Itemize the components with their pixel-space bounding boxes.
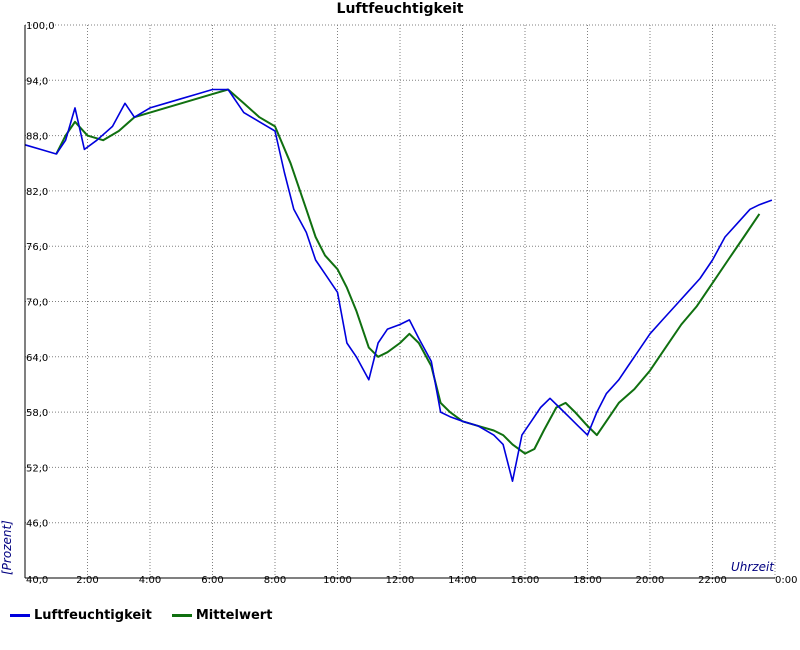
x-tick-label: 0:00 bbox=[775, 575, 797, 586]
legend-label-raw: Luftfeuchtigkeit bbox=[34, 608, 152, 623]
x-tick-label: 4:00 bbox=[139, 575, 161, 586]
y-tick-label: 46,0 bbox=[26, 519, 48, 530]
x-tick-label: 16:00 bbox=[511, 575, 540, 586]
x-tick-label: 8:00 bbox=[264, 575, 286, 586]
legend-swatch-mean bbox=[171, 614, 192, 617]
legend-item-mean: Mittelwert bbox=[171, 608, 273, 623]
y-tick-label: 76,0 bbox=[26, 242, 48, 253]
y-axis-label: [Prozent] bbox=[0, 520, 14, 575]
x-axis-label: Uhrzeit bbox=[731, 560, 775, 574]
y-tick-label: 64,0 bbox=[26, 353, 48, 364]
x-tick-label: 6:00 bbox=[201, 575, 223, 586]
y-tick-label: 82,0 bbox=[26, 187, 48, 198]
x-tick-label: 18:00 bbox=[573, 575, 602, 586]
x-tick-label: 10:00 bbox=[323, 575, 352, 586]
x-tick-label: 20:00 bbox=[636, 575, 665, 586]
y-tick-label: 40,0 bbox=[26, 575, 48, 586]
y-tick-label: 52,0 bbox=[26, 463, 48, 474]
x-tick-label: 14:00 bbox=[448, 575, 477, 586]
y-tick-label: 58,0 bbox=[26, 408, 48, 419]
legend-swatch-raw bbox=[10, 614, 30, 617]
x-tick-label: 2:00 bbox=[76, 575, 98, 586]
legend: Luftfeuchtigkeit Mittelwert bbox=[10, 608, 272, 623]
x-tick-label: 22:00 bbox=[698, 575, 727, 586]
y-tick-label: 100,0 bbox=[26, 21, 55, 32]
chart-plot: 100,0 94,0 88,0 82,0 76,0 70,0 64,0 58,0 52,0 46,… bbox=[0, 21, 797, 586]
y-tick-label: 94,0 bbox=[26, 76, 48, 87]
x-tick-label: 12:00 bbox=[386, 575, 415, 586]
y-tick-label: 70,0 bbox=[26, 298, 48, 309]
legend-item-raw: Luftfeuchtigkeit bbox=[10, 608, 152, 623]
y-tick-label: 88,0 bbox=[26, 132, 48, 143]
legend-label-mean: Mittelwert bbox=[195, 608, 273, 623]
